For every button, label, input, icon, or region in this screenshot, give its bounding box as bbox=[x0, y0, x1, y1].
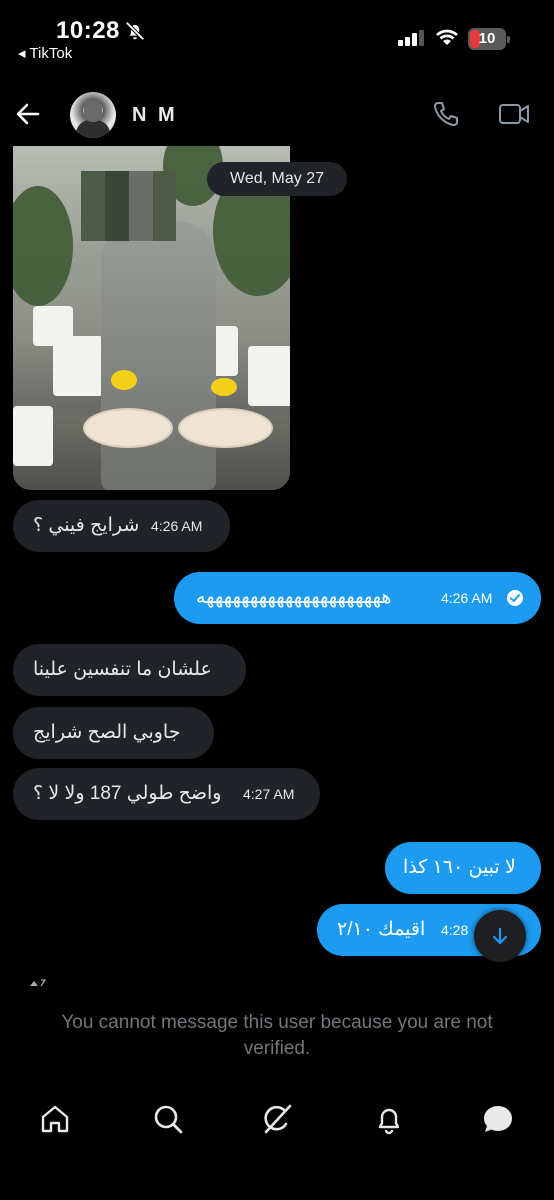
message-time: 4:26 AM bbox=[441, 590, 493, 606]
grok-icon bbox=[264, 1104, 292, 1134]
avatar[interactable] bbox=[70, 92, 116, 138]
nav-search[interactable] bbox=[151, 1102, 185, 1136]
notifications-icon bbox=[378, 1108, 400, 1135]
nav-grok[interactable] bbox=[260, 1102, 294, 1136]
message-text: علشان ما تنفسين علينا bbox=[33, 659, 212, 680]
message-text: هههههههههههههههههههههه bbox=[196, 587, 392, 608]
nav-home[interactable] bbox=[38, 1102, 72, 1136]
conversation-header: N M bbox=[0, 80, 554, 150]
message-bubble-outgoing[interactable]: هههههههههههههههههههههه 4:26 AM bbox=[174, 572, 541, 624]
cannot-message-notice: You cannot message this user because you… bbox=[61, 1012, 493, 1059]
message-bubble-incoming[interactable]: شرايج فيني ؟ 4:26 AM bbox=[13, 500, 230, 552]
message-text: شرايج فيني ؟ bbox=[33, 515, 140, 536]
home-icon bbox=[41, 1105, 69, 1133]
status-bar: 10:28 ◂ TikTok 10 bbox=[0, 0, 554, 70]
nav-notifications[interactable] bbox=[372, 1102, 406, 1136]
message-text: جاوبي الصح شرايج bbox=[33, 722, 181, 743]
scroll-to-bottom-button[interactable] bbox=[474, 910, 526, 962]
battery-level: 10 bbox=[478, 30, 496, 47]
read-receipt-icon bbox=[507, 590, 523, 606]
message-text: اقيمك ٢/١٠ bbox=[337, 919, 426, 940]
message-time: 4:27 AM bbox=[243, 786, 295, 802]
message-bubble-incoming[interactable]: جاوبي الصح شرايج bbox=[13, 707, 214, 759]
video-icon[interactable] bbox=[498, 100, 530, 128]
back-to-app-link[interactable]: ◂ TikTok bbox=[18, 44, 72, 62]
status-time: 10:28 bbox=[56, 17, 120, 44]
bottom-navigation bbox=[0, 1090, 554, 1150]
message-bubble-incoming[interactable]: واضح طولي 187 ولا لا ؟ 4:27 AM bbox=[13, 768, 320, 820]
messages-icon bbox=[484, 1106, 512, 1132]
message-time: 4:28 bbox=[441, 922, 469, 938]
bell-slash-icon bbox=[125, 21, 145, 41]
shared-photo[interactable] bbox=[13, 146, 290, 490]
message-text: لا تبين ١٦٠ كذا bbox=[403, 857, 516, 878]
nav-messages[interactable] bbox=[481, 1102, 515, 1136]
wifi-icon bbox=[436, 29, 458, 45]
date-separator: Wed, May 27 bbox=[207, 162, 347, 196]
battery-icon: 10 bbox=[468, 28, 510, 50]
search-icon bbox=[154, 1105, 183, 1134]
contact-name[interactable]: N M bbox=[132, 104, 178, 127]
back-arrow-icon[interactable] bbox=[14, 100, 42, 128]
cellular-signal-icon bbox=[398, 30, 424, 46]
reaction-indicator-icon bbox=[30, 979, 47, 987]
message-text: واضح طولي 187 ولا لا ؟ bbox=[33, 783, 222, 804]
phone-icon[interactable] bbox=[432, 100, 460, 128]
message-bubble-outgoing[interactable]: لا تبين ١٦٠ كذا bbox=[385, 842, 541, 894]
message-time: 4:26 AM bbox=[151, 518, 203, 534]
arrow-down-icon bbox=[492, 927, 508, 945]
message-bubble-incoming[interactable]: علشان ما تنفسين علينا bbox=[13, 644, 246, 696]
